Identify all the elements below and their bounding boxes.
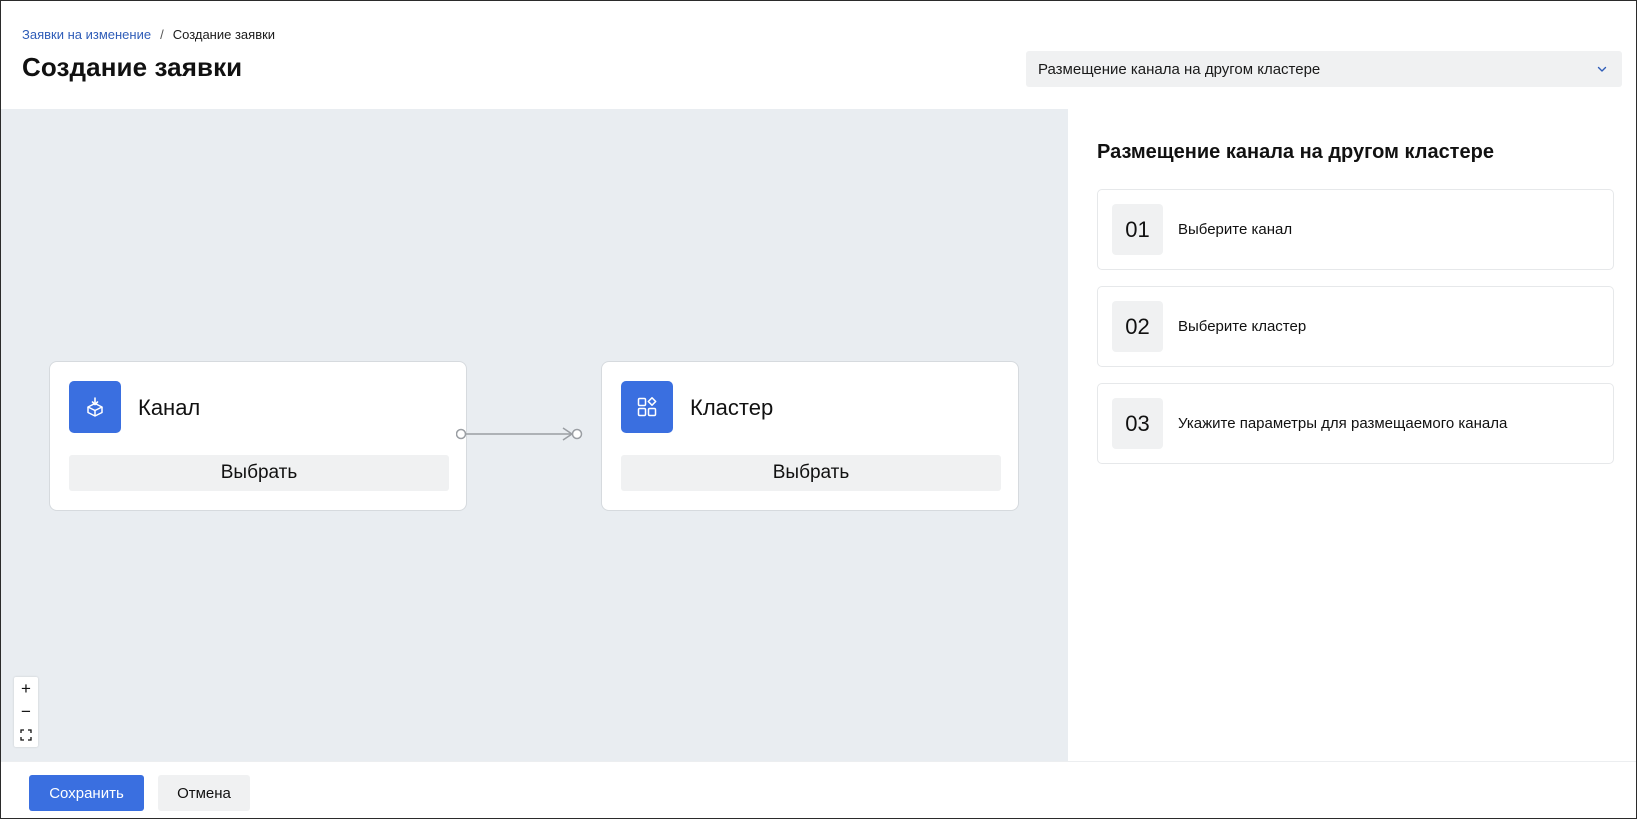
breadcrumb-link-change-requests[interactable]: Заявки на изменение [22,27,151,42]
step-number: 03 [1112,398,1163,449]
node-channel[interactable]: Канал Выбрать [49,361,467,511]
step-number: 01 [1112,204,1163,255]
connector-edge [456,427,583,441]
cancel-button[interactable]: Отмена [158,775,250,811]
step-number: 02 [1112,301,1163,352]
node-cluster[interactable]: Кластер Выбрать [601,361,1019,511]
panel-title: Размещение канала на другом кластере [1097,141,1494,163]
fullscreen-icon [20,728,32,741]
template-select-value: Размещение канала на другом кластере [1038,60,1321,78]
step-card-3[interactable]: 03 Укажите параметры для размещаемого ка… [1097,383,1614,464]
save-button[interactable]: Сохранить [29,775,144,811]
flow-canvas[interactable]: Канал Выбрать Кластер Выбрать + − [1,109,1068,761]
step-card-2[interactable]: 02 Выберите кластер [1097,286,1614,367]
fit-view-button[interactable] [14,723,38,746]
chevron-down-icon [1597,66,1607,72]
template-select[interactable]: Размещение канала на другом кластере [1026,51,1622,87]
zoom-controls: + − [14,677,38,747]
apps-grid-icon [621,381,673,433]
breadcrumb-separator: / [160,27,164,42]
breadcrumb-current: Создание заявки [172,27,276,42]
select-channel-button[interactable]: Выбрать [69,455,449,491]
step-text: Выберите канал [1178,221,1293,238]
step-text: Выберите кластер [1178,318,1307,335]
step-text: Укажите параметры для размещаемого канал… [1178,415,1508,432]
page-title: Создание заявки [22,52,243,82]
zoom-out-button[interactable]: − [14,700,38,723]
steps-panel: Размещение канала на другом кластере 01 … [1068,109,1636,761]
zoom-in-button[interactable]: + [14,677,38,700]
node-channel-title: Канал [138,395,201,420]
footer-actions: Сохранить Отмена [1,761,1636,818]
select-cluster-button[interactable]: Выбрать [621,455,1001,491]
app-window: Заявки на изменение / Создание заявки Со… [0,0,1637,819]
breadcrumb: Заявки на изменение / Создание заявки [22,27,275,42]
box-download-icon [69,381,121,433]
page-header: Заявки на изменение / Создание заявки Со… [1,1,1636,109]
node-cluster-title: Кластер [690,395,774,420]
step-card-1[interactable]: 01 Выберите канал [1097,189,1614,270]
